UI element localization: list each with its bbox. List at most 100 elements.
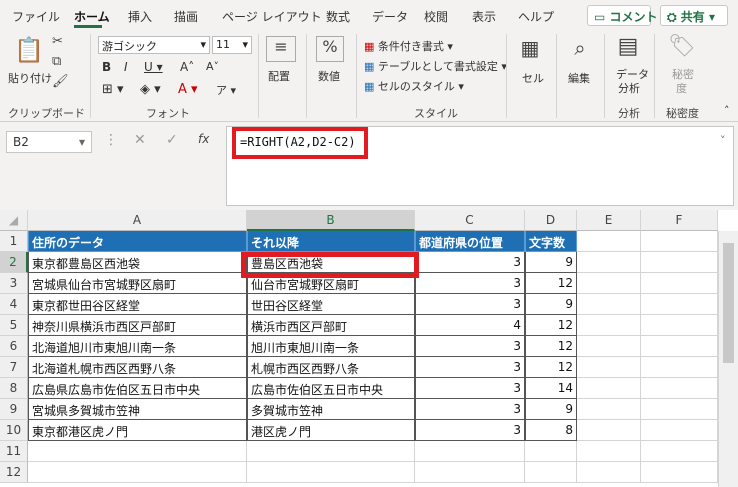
shrink-font-button[interactable]: A˅ <box>206 60 219 73</box>
row-header-1[interactable]: 1 <box>0 231 28 252</box>
table-cell[interactable] <box>641 294 718 315</box>
copy-icon[interactable]: ⧉ <box>52 54 61 69</box>
row-header-11[interactable]: 11 <box>0 441 28 462</box>
table-cell[interactable]: 東京都世田谷区経堂 <box>28 294 247 315</box>
search-icon[interactable]: ⌕ <box>568 36 592 60</box>
name-box[interactable]: B2 ▾ <box>6 131 92 153</box>
row-header-2[interactable]: 2 <box>0 252 28 273</box>
format-as-table-button[interactable]: ▦ テーブルとして書式設定 ▾ <box>364 58 507 74</box>
cancel-icon[interactable]: ✕ <box>134 132 146 148</box>
tab-formulas[interactable]: 数式 <box>326 8 350 25</box>
table-cell[interactable] <box>577 378 641 399</box>
table-cell[interactable]: 3 <box>415 336 525 357</box>
table-cell[interactable] <box>641 357 718 378</box>
row-header-7[interactable]: 7 <box>0 357 28 378</box>
table-cell[interactable]: 3 <box>415 294 525 315</box>
table-cell[interactable]: 3 <box>415 399 525 420</box>
table-cell[interactable]: 広島県広島市佐伯区五日市中央 <box>28 378 247 399</box>
cells-button[interactable]: セル <box>522 70 544 86</box>
table-header-cell[interactable]: それ以降 <box>247 231 415 252</box>
data-analysis-icon[interactable]: ▤ <box>614 34 642 59</box>
fill-color-icon[interactable]: ◈ ▾ <box>140 82 161 97</box>
insert-function-icon[interactable]: fx <box>198 132 209 146</box>
table-cell[interactable] <box>641 231 718 252</box>
table-cell[interactable] <box>577 231 641 252</box>
formula-text[interactable]: =RIGHT(A2,D2-C2) <box>232 127 368 159</box>
comment-button[interactable]: ▭ コメント <box>587 5 658 26</box>
cells-icon[interactable]: ▦ <box>518 36 542 60</box>
tab-review[interactable]: 校閲 <box>424 8 448 25</box>
table-cell[interactable]: 3 <box>415 252 525 273</box>
bold-button[interactable]: B <box>102 60 111 74</box>
table-cell[interactable]: 4 <box>415 315 525 336</box>
font-name-select[interactable]: 游ゴシック ▾ <box>98 36 210 54</box>
table-cell[interactable] <box>415 441 525 462</box>
table-cell[interactable]: 北海道旭川市東旭川南一条 <box>28 336 247 357</box>
table-header-cell[interactable]: 都道府県の位置 <box>415 231 525 252</box>
table-cell[interactable] <box>28 441 247 462</box>
table-cell[interactable] <box>641 252 718 273</box>
table-cell[interactable] <box>577 441 641 462</box>
table-cell[interactable] <box>28 462 247 483</box>
table-cell[interactable]: 宮城県仙台市宮城野区扇町 <box>28 273 247 294</box>
table-cell[interactable]: 神奈川県横浜市西区戸部町 <box>28 315 247 336</box>
table-cell[interactable]: 旭川市東旭川南一条 <box>247 336 415 357</box>
table-cell[interactable]: 世田谷区経堂 <box>247 294 415 315</box>
table-cell[interactable]: 3 <box>415 420 525 441</box>
table-cell[interactable] <box>525 462 577 483</box>
paste-button[interactable]: 貼り付け <box>8 70 52 86</box>
table-cell[interactable]: 宮城県多賀城市笠神 <box>28 399 247 420</box>
table-cell[interactable]: 横浜市西区戸部町 <box>247 315 415 336</box>
conditional-format-button[interactable]: ▦ 条件付き書式 ▾ <box>364 38 453 54</box>
format-painter-icon[interactable]: 🖌 <box>52 74 69 89</box>
table-cell[interactable] <box>577 252 641 273</box>
font-color-icon[interactable]: A ▾ <box>178 82 198 97</box>
table-cell[interactable]: 8 <box>525 420 577 441</box>
italic-button[interactable]: I <box>124 60 128 74</box>
column-header-d[interactable]: D <box>525 210 577 231</box>
enter-icon[interactable]: ✓ <box>166 132 178 148</box>
table-cell[interactable] <box>641 273 718 294</box>
table-cell[interactable] <box>577 294 641 315</box>
table-cell[interactable] <box>577 336 641 357</box>
table-cell[interactable] <box>247 462 415 483</box>
table-cell[interactable] <box>641 336 718 357</box>
table-cell[interactable]: 3 <box>415 357 525 378</box>
percent-icon[interactable]: % <box>316 36 344 62</box>
row-header-10[interactable]: 10 <box>0 420 28 441</box>
tab-draw[interactable]: 描画 <box>174 8 198 25</box>
column-header-c[interactable]: C <box>415 210 525 231</box>
table-cell[interactable]: 12 <box>525 273 577 294</box>
table-cell[interactable]: 多賀城市笠神 <box>247 399 415 420</box>
sensitivity-icon[interactable]: 🏷 <box>668 34 696 59</box>
table-cell[interactable]: 14 <box>525 378 577 399</box>
tab-view[interactable]: 表示 <box>472 8 496 25</box>
table-cell[interactable] <box>577 273 641 294</box>
collapse-ribbon-icon[interactable]: ˄ <box>724 104 730 117</box>
table-cell[interactable]: 12 <box>525 336 577 357</box>
vertical-scrollbar[interactable] <box>718 231 738 487</box>
table-cell[interactable] <box>577 420 641 441</box>
font-size-select[interactable]: 11 ▾ <box>212 36 252 54</box>
table-cell[interactable]: 港区虎ノ門 <box>247 420 415 441</box>
table-cell[interactable]: 9 <box>525 399 577 420</box>
table-cell[interactable]: 北海道札幌市西区西野八条 <box>28 357 247 378</box>
grow-font-button[interactable]: A˄ <box>180 60 194 74</box>
table-cell[interactable]: 3 <box>415 273 525 294</box>
data-analysis-label-2[interactable]: 分析 <box>618 80 640 96</box>
column-header-a[interactable]: A <box>28 210 247 231</box>
tab-file[interactable]: ファイル <box>12 8 60 25</box>
table-cell[interactable] <box>641 441 718 462</box>
sensitivity-label-2[interactable]: 度 <box>676 80 687 96</box>
scrollbar-thumb[interactable] <box>723 243 734 363</box>
table-cell[interactable]: 東京都豊島区西池袋 <box>28 252 247 273</box>
underline-button[interactable]: U ▾ <box>144 60 163 74</box>
table-cell[interactable] <box>641 420 718 441</box>
row-header-3[interactable]: 3 <box>0 273 28 294</box>
row-header-8[interactable]: 8 <box>0 378 28 399</box>
tab-home[interactable]: ホーム <box>74 8 110 25</box>
table-header-cell[interactable]: 住所のデータ <box>28 231 247 252</box>
tab-data[interactable]: データ <box>372 8 408 25</box>
alignment-icon[interactable]: ≡ <box>266 36 296 62</box>
expand-formula-bar-icon[interactable]: ˅ <box>720 134 726 147</box>
